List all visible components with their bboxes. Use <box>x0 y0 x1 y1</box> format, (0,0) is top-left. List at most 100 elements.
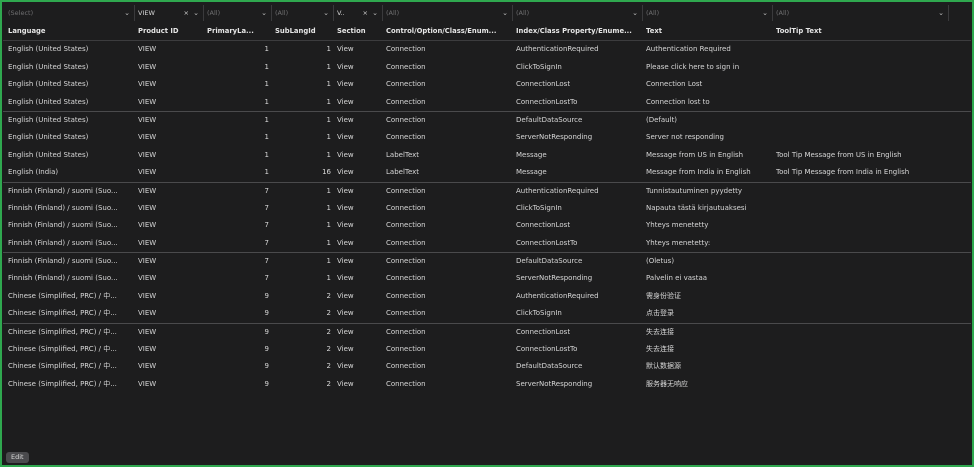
table-row[interactable]: English (India) VIEW 1 16 View LabelText Messa… <box>3 164 971 181</box>
cell-primary-lang: 1 <box>264 133 269 142</box>
cell-index-property: AuthenticationRequired <box>516 45 599 54</box>
filter-text[interactable]: (All) ⌄ <box>643 5 773 21</box>
clear-filter-icon[interactable]: × <box>363 5 368 21</box>
column-header-sub-lang-id[interactable]: SubLangId <box>272 23 334 40</box>
cell-control: Connection <box>386 186 426 195</box>
cell-product-id: VIEW <box>138 291 157 300</box>
cell-primary-lang: 1 <box>264 115 269 124</box>
cell-text: Message from US in English <box>646 150 744 159</box>
cell-section: View <box>337 257 354 266</box>
cell-section: View <box>337 362 354 371</box>
cell-tooltip-text <box>773 288 949 305</box>
chevron-down-icon[interactable]: ⌄ <box>193 5 199 21</box>
cell-text: Yhteys menetetty <box>646 221 709 230</box>
cell-section: View <box>337 203 354 212</box>
table-row[interactable]: Chinese (Simplified, PRC) / 中... VIEW 9 2 Vi… <box>3 305 971 322</box>
cell-tooltip-text <box>773 358 949 375</box>
filter-value: VIEW <box>138 9 155 17</box>
cell-product-id: VIEW <box>138 345 157 354</box>
cell-primary-lang: 1 <box>264 45 269 54</box>
table-row[interactable]: English (United States) VIEW 1 1 View Connect… <box>3 129 971 146</box>
filter-product-id[interactable]: VIEW × ⌄ <box>135 5 204 21</box>
column-header-index-property[interactable]: Index/Class Property/Enume... <box>513 23 643 40</box>
cell-control: Connection <box>386 62 426 71</box>
chevron-down-icon[interactable]: ⌄ <box>762 5 768 21</box>
cell-language: English (United States) <box>8 133 89 142</box>
filter-placeholder: (All) <box>386 9 400 17</box>
cell-section: View <box>337 327 354 336</box>
cell-product-id: VIEW <box>138 379 157 388</box>
table-row[interactable]: English (United States) VIEW 1 1 View Connect… <box>3 76 971 93</box>
table-row[interactable]: English (United States) VIEW 1 1 View Connect… <box>3 41 971 58</box>
table-row[interactable]: Chinese (Simplified, PRC) / 中... VIEW 9 2 Vi… <box>3 358 971 375</box>
cell-index-property: ConnectionLost <box>516 327 571 336</box>
cell-index-property: ClickToSignIn <box>516 309 562 318</box>
column-header-primary-lang[interactable]: PrimaryLa... <box>204 23 272 40</box>
filter-sub-lang-id[interactable]: (All) ⌄ <box>272 5 334 21</box>
column-header-tooltip-text[interactable]: ToolTip Text <box>773 23 949 40</box>
chevron-down-icon[interactable]: ⌄ <box>502 5 508 21</box>
cell-primary-lang: 9 <box>264 379 269 388</box>
cell-control: Connection <box>386 203 426 212</box>
cell-section: View <box>337 345 354 354</box>
column-header-text[interactable]: Text <box>643 23 773 40</box>
table-row[interactable]: English (United States) VIEW 1 1 View LabelTe… <box>3 147 971 164</box>
table-row[interactable]: Finnish (Finland) / suomi (Suo... VIEW 7 1 V… <box>3 252 971 270</box>
cell-index-property: ConnectionLost <box>516 80 571 89</box>
column-header-product-id[interactable]: Product ID <box>135 23 204 40</box>
cell-text: (Oletus) <box>646 257 675 266</box>
table-row[interactable]: Finnish (Finland) / suomi (Suo... VIEW 7 1 V… <box>3 200 971 217</box>
filter-section[interactable]: V.. × ⌄ <box>334 5 383 21</box>
chevron-down-icon[interactable]: ⌄ <box>124 5 130 21</box>
cell-index-property: ClickToSignIn <box>516 203 562 212</box>
clear-filter-icon[interactable]: × <box>184 5 189 21</box>
table-row[interactable]: Chinese (Simplified, PRC) / 中... VIEW 9 2 Vi… <box>3 341 971 358</box>
table-row[interactable]: Chinese (Simplified, PRC) / 中... VIEW 9 2 Vi… <box>3 376 971 393</box>
filter-placeholder: (All) <box>516 9 530 17</box>
table-row[interactable]: Finnish (Finland) / suomi (Suo... VIEW 7 1 V… <box>3 235 971 252</box>
cell-text: Connection lost to <box>646 97 710 106</box>
table-row[interactable]: Finnish (Finland) / suomi (Suo... VIEW 7 1 V… <box>3 217 971 234</box>
cell-language: Finnish (Finland) / suomi (Suo... <box>8 274 118 283</box>
cell-control: Connection <box>386 362 426 371</box>
cell-text: Please click here to sign in <box>646 62 740 71</box>
cell-index-property: Message <box>516 168 547 177</box>
cell-tooltip-text <box>773 94 949 111</box>
cell-tooltip-text <box>773 41 949 58</box>
cell-sub-lang-id: 1 <box>326 133 331 142</box>
table-row[interactable]: English (United States) VIEW 1 1 View Connect… <box>3 94 971 111</box>
column-header-language[interactable]: Language <box>5 23 135 40</box>
cell-sub-lang-id: 1 <box>326 238 331 247</box>
column-header-control[interactable]: Control/Option/Class/Enum... <box>383 23 513 40</box>
cell-primary-lang: 7 <box>264 274 269 283</box>
cell-section: View <box>337 168 354 177</box>
cell-section: View <box>337 97 354 106</box>
filter-language[interactable]: (Select) ⌄ <box>5 5 135 21</box>
column-header-section[interactable]: Section <box>334 23 383 40</box>
table-row[interactable]: Finnish (Finland) / suomi (Suo... VIEW 7 1 V… <box>3 270 971 287</box>
cell-section: View <box>337 238 354 247</box>
cell-index-property: ConnectionLostTo <box>516 238 578 247</box>
table-row[interactable]: Chinese (Simplified, PRC) / 中... VIEW 9 2 Vi… <box>3 288 971 305</box>
edit-button[interactable]: Edit <box>6 452 29 463</box>
cell-index-property: ConnectionLostTo <box>516 97 578 106</box>
filter-index-property[interactable]: (All) ⌄ <box>513 5 643 21</box>
cell-control: Connection <box>386 257 426 266</box>
filter-tooltip-text[interactable]: (All) ⌄ <box>773 5 949 21</box>
table-row[interactable]: Finnish (Finland) / suomi (Suo... VIEW 7 1 V… <box>3 181 971 200</box>
filter-control[interactable]: (All) ⌄ <box>383 5 513 21</box>
table-row[interactable]: Chinese (Simplified, PRC) / 中... VIEW 9 2 Vi… <box>3 322 971 341</box>
filter-primary-lang[interactable]: (All) ⌄ <box>204 5 272 21</box>
chevron-down-icon[interactable]: ⌄ <box>632 5 638 21</box>
chevron-down-icon[interactable]: ⌄ <box>261 5 267 21</box>
table-row[interactable]: English (United States) VIEW 1 1 View Connect… <box>3 110 971 129</box>
cell-section: View <box>337 291 354 300</box>
data-grid: (Select) ⌄ VIEW × ⌄ (All) ⌄ (All) ⌄ V.. × ⌄ (All) ⌄ (A… <box>3 3 971 393</box>
table-row[interactable]: English (United States) VIEW 1 1 View Connect… <box>3 59 971 76</box>
cell-tooltip-text <box>773 217 949 234</box>
chevron-down-icon[interactable]: ⌄ <box>938 5 944 21</box>
chevron-down-icon[interactable]: ⌄ <box>372 5 378 21</box>
cell-index-property: AuthenticationRequired <box>516 186 599 195</box>
cell-language: Finnish (Finland) / suomi (Suo... <box>8 203 118 212</box>
chevron-down-icon[interactable]: ⌄ <box>323 5 329 21</box>
